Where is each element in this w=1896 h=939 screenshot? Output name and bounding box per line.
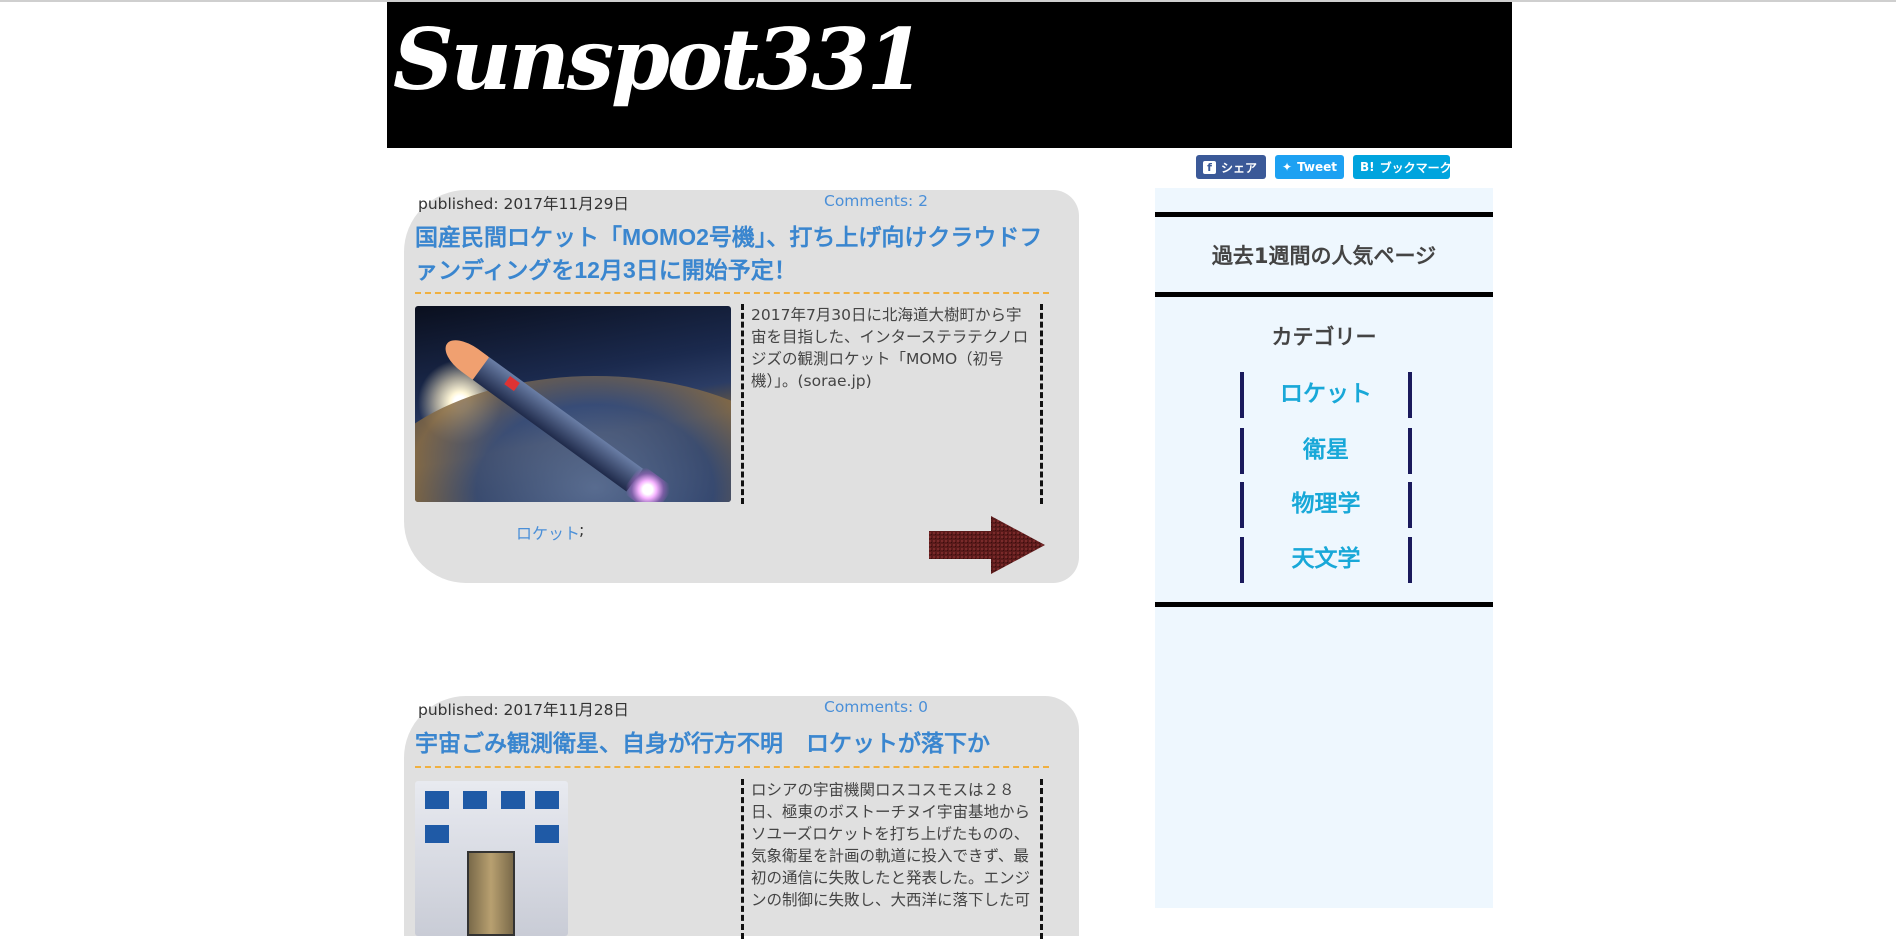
- sidebar-divider: [1155, 292, 1493, 297]
- article-card: published: 2017年11月29日 Comments: 2 国産民間ロ…: [404, 190, 1079, 583]
- hatena-bookmark-button[interactable]: B! ブックマーク: [1353, 155, 1452, 179]
- site-logo[interactable]: Sunspot331: [393, 10, 925, 109]
- sidebar: 過去1週間の人気ページ カテゴリー ロケット 衛星 物理学 天文学: [1155, 188, 1493, 908]
- sidebar-divider: [1155, 602, 1493, 607]
- article-summary: ロシアの宇宙機関ロスコスモスは２８日、極東のボストーチヌイ宇宙基地からソユーズロ…: [741, 779, 1043, 939]
- rocket-illustration: [437, 330, 674, 502]
- popular-pages-title: 過去1週間の人気ページ: [1211, 244, 1437, 268]
- category-item-physics[interactable]: 物理学: [1240, 482, 1412, 528]
- category-separator: ;: [579, 520, 585, 539]
- tweet-label: Tweet: [1297, 160, 1338, 174]
- article-summary: 2017年7月30日に北海道大樹町から宇宙を目指した、インターステラテクノロジズ…: [741, 304, 1043, 504]
- title-divider: [415, 766, 1049, 768]
- article-thumbnail[interactable]: [415, 306, 731, 502]
- category-tag-link[interactable]: ロケット: [516, 520, 580, 544]
- comments-link[interactable]: Comments: 2: [824, 192, 928, 210]
- facebook-icon: f: [1203, 160, 1216, 174]
- published-date: published: 2017年11月29日: [418, 195, 629, 213]
- article-title-link[interactable]: 国産民間ロケット「MOMO2号機」、打ち上げ向けクラウドファンディングを12月3…: [415, 221, 1053, 287]
- published-date: published: 2017年11月28日: [418, 701, 629, 719]
- tweet-button[interactable]: ✦ Tweet: [1275, 155, 1344, 179]
- article-card: published: 2017年11月28日 Comments: 0 宇宙ごみ観…: [404, 696, 1079, 939]
- twitter-icon: ✦: [1282, 160, 1293, 174]
- facebook-share-button[interactable]: f シェア: [1196, 155, 1266, 179]
- category-item-rocket[interactable]: ロケット: [1240, 372, 1412, 418]
- hatena-bookmark-icon: B!: [1360, 160, 1375, 174]
- comments-link[interactable]: Comments: 0: [824, 698, 928, 716]
- category-title: カテゴリー: [1271, 325, 1377, 349]
- read-more-arrow-icon[interactable]: [929, 516, 1045, 574]
- satellite-image: [467, 851, 515, 936]
- category-item-astronomy[interactable]: 天文学: [1240, 537, 1412, 583]
- site-header: Sunspot331: [387, 2, 1512, 148]
- facebook-share-label: シェア: [1221, 160, 1258, 175]
- title-divider: [415, 292, 1049, 294]
- hatena-bookmark-label: ブックマーク: [1379, 160, 1452, 175]
- category-item-satellite[interactable]: 衛星: [1240, 428, 1412, 474]
- article-thumbnail[interactable]: [415, 781, 568, 936]
- article-title-link[interactable]: 宇宙ごみ観測衛星、自身が行方不明 ロケットが落下か: [415, 727, 1053, 760]
- sidebar-divider: [1155, 212, 1493, 217]
